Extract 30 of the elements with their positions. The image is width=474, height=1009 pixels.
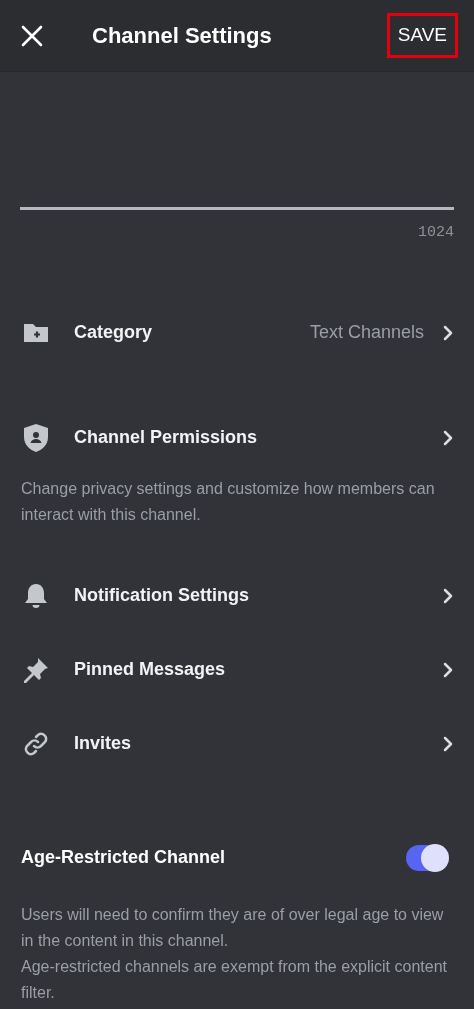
- character-counter: 1024: [418, 223, 454, 243]
- topic-field[interactable]: [20, 207, 454, 210]
- row-label: Pinned Messages: [74, 658, 226, 681]
- row-value: Text Channels: [309, 321, 424, 344]
- screen-title: Channel Settings: [92, 22, 272, 50]
- toggle-description: Age-restricted channels are exempt from the explicit content filter.: [21, 956, 448, 1003]
- toggle-label: Age-Restricted Channel: [21, 846, 226, 869]
- settings-row[interactable]: Invites: [0, 717, 474, 770]
- toggle-description: Users will need to confirm they are of over legal age to view in the content in this channel.: [21, 904, 445, 951]
- chevron-right-icon: [442, 323, 454, 342]
- pin-icon: [22, 655, 50, 684]
- close-icon: [21, 24, 43, 47]
- row-label: Invites: [74, 732, 132, 755]
- row-label: Category: [74, 321, 153, 344]
- close-button[interactable]: [20, 23, 44, 48]
- settings-row[interactable]: Notification Settings: [0, 569, 474, 622]
- row-label: Notification Settings: [74, 584, 249, 607]
- chevron-right-icon: [442, 734, 454, 753]
- bell-icon: [22, 581, 50, 610]
- save-button[interactable]: SAVE: [386, 13, 458, 58]
- chevron-right-icon: [442, 660, 454, 679]
- chevron-right-icon: [442, 586, 454, 605]
- row-label: Channel Permissions: [74, 426, 258, 449]
- row-description: Change privacy settings and customize how members can interact with this channel.: [20, 478, 436, 525]
- toggle-switch[interactable]: [406, 844, 448, 871]
- settings-row[interactable]: Category Text Channels: [0, 306, 474, 359]
- settings-row[interactable]: Channel Permissions: [0, 411, 474, 464]
- chevron-right-icon: [442, 428, 454, 447]
- shield-icon: [22, 422, 50, 453]
- settings-row[interactable]: Pinned Messages: [0, 643, 474, 696]
